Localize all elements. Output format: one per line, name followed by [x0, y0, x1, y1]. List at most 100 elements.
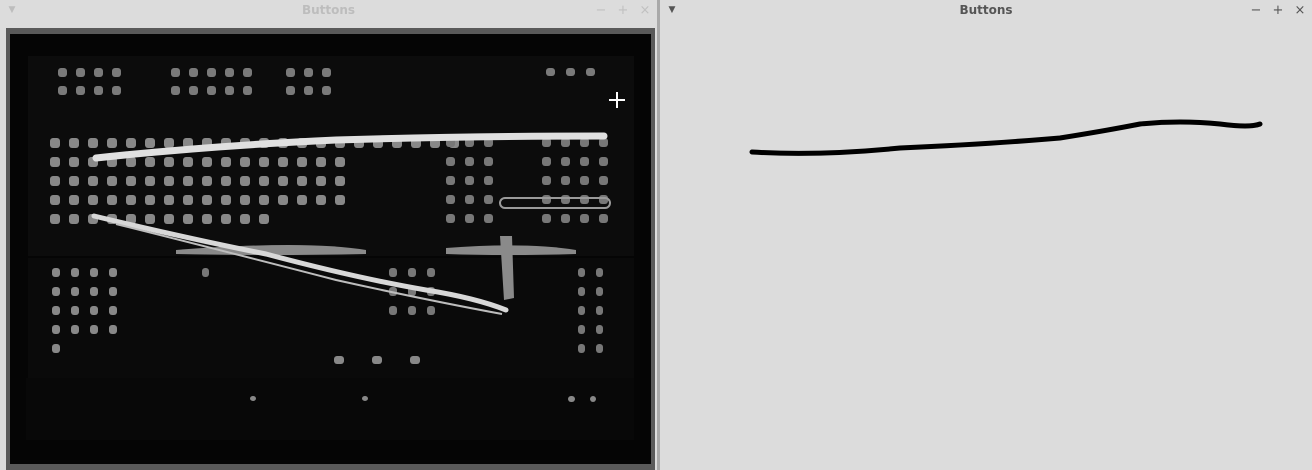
key: [484, 195, 493, 204]
key: [427, 306, 435, 315]
close-icon[interactable]: ×: [1292, 2, 1308, 18]
key: [164, 157, 174, 167]
key: [578, 344, 585, 353]
key: [542, 214, 551, 223]
key: [250, 396, 256, 401]
key: [316, 176, 326, 186]
key: [76, 86, 85, 95]
close-icon[interactable]: ×: [637, 2, 653, 18]
key: [484, 214, 493, 223]
chevron-down-icon[interactable]: ▼: [666, 4, 678, 16]
key: [145, 214, 155, 224]
key: [568, 396, 575, 402]
key: [50, 176, 60, 186]
left-window: ▼ Buttons − + ×: [0, 0, 657, 470]
key: [389, 306, 397, 315]
key: [578, 268, 585, 277]
keyboard-image: [6, 28, 655, 470]
key: [542, 157, 551, 166]
key: [240, 176, 250, 186]
key: [94, 86, 103, 95]
key: [465, 157, 474, 166]
key: [71, 306, 79, 315]
window-title: Buttons: [301, 3, 356, 17]
key: [278, 176, 288, 186]
key: [286, 86, 295, 95]
key: [50, 157, 60, 167]
key: [542, 195, 551, 204]
key: [112, 86, 121, 95]
key: [164, 176, 174, 186]
maximize-icon[interactable]: +: [615, 2, 631, 18]
key: [278, 157, 288, 167]
maximize-icon[interactable]: +: [1270, 2, 1286, 18]
key: [109, 306, 117, 315]
key: [243, 86, 252, 95]
key: [71, 268, 79, 277]
right-titlebar[interactable]: ▼ Buttons − + ×: [660, 0, 1312, 20]
drawing-canvas[interactable]: [660, 20, 1312, 470]
key: [52, 306, 60, 315]
key: [465, 195, 474, 204]
key: [580, 176, 589, 185]
key: [578, 287, 585, 296]
key: [88, 138, 98, 148]
key: [408, 306, 416, 315]
key: [164, 214, 174, 224]
minimize-icon[interactable]: −: [593, 2, 609, 18]
key: [372, 356, 382, 364]
key: [90, 325, 98, 334]
key: [107, 138, 117, 148]
key: [207, 68, 216, 77]
key: [596, 268, 603, 277]
chevron-down-icon[interactable]: ▼: [6, 4, 18, 16]
key: [71, 287, 79, 296]
drawn-stroke: [749, 119, 1263, 156]
key: [561, 157, 570, 166]
key: [58, 68, 67, 77]
key: [69, 157, 79, 167]
key: [316, 157, 326, 167]
key: [316, 195, 326, 205]
key: [240, 214, 250, 224]
key: [599, 214, 608, 223]
key: [599, 176, 608, 185]
key: [88, 195, 98, 205]
key: [76, 68, 85, 77]
key: [109, 268, 117, 277]
key: [580, 214, 589, 223]
key: [69, 214, 79, 224]
window-controls: − + ×: [1248, 2, 1308, 18]
camera-feed[interactable]: [6, 28, 655, 470]
key: [362, 396, 368, 401]
key: [561, 195, 570, 204]
key: [322, 86, 331, 95]
key: [465, 176, 474, 185]
key: [183, 195, 193, 205]
key: [69, 138, 79, 148]
key: [145, 157, 155, 167]
key: [126, 176, 136, 186]
key: [225, 86, 234, 95]
key: [304, 86, 313, 95]
key: [126, 138, 136, 148]
key: [566, 68, 575, 76]
key: [259, 195, 269, 205]
key: [69, 195, 79, 205]
key: [94, 68, 103, 77]
key: [171, 86, 180, 95]
key: [50, 138, 60, 148]
key: [561, 176, 570, 185]
key: [578, 306, 585, 315]
key: [596, 344, 603, 353]
key: [69, 176, 79, 186]
key: [599, 195, 608, 204]
key: [90, 268, 98, 277]
key: [465, 214, 474, 223]
left-titlebar[interactable]: ▼ Buttons − + ×: [0, 0, 657, 20]
key: [590, 396, 596, 402]
key: [145, 195, 155, 205]
key: [446, 195, 455, 204]
minimize-icon[interactable]: −: [1248, 2, 1264, 18]
key: [240, 157, 250, 167]
